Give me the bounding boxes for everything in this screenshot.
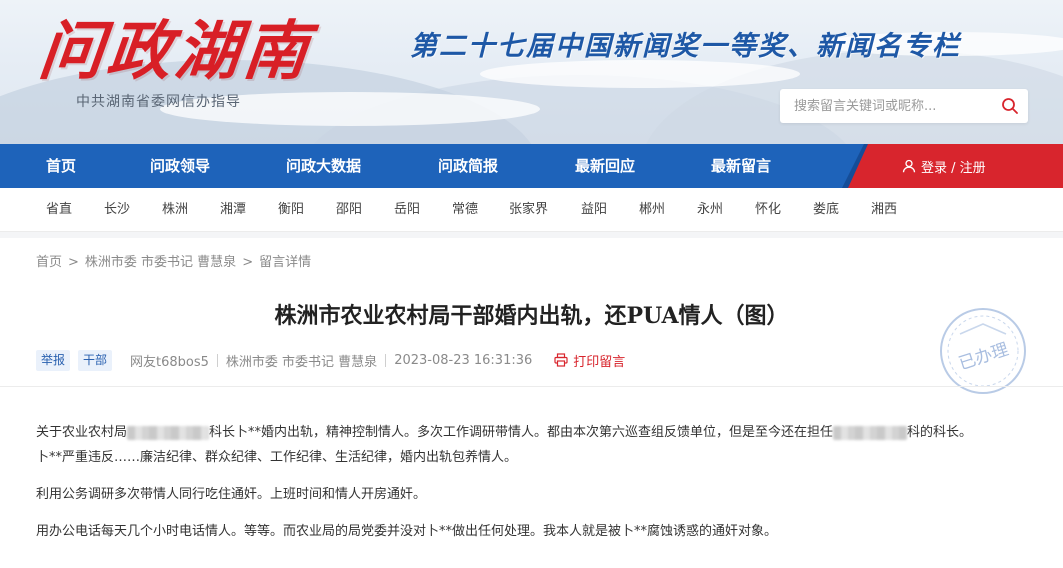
city-item[interactable]: 常德 <box>452 188 478 232</box>
city-item[interactable]: 郴州 <box>639 188 665 232</box>
city-item[interactable]: 娄底 <box>813 188 839 232</box>
breadcrumb-target[interactable]: 株洲市委 市委书记 曹慧泉 <box>85 255 236 270</box>
message-paragraph: 关于农业农村局 科长卜**婚内出轨，精神控制情人。多次工作调研带情人。都由本次第六… <box>36 425 973 465</box>
nav-item-leaders[interactable]: 问政领导 <box>150 144 210 188</box>
search-input[interactable] <box>780 90 990 122</box>
meta-divider <box>385 353 387 367</box>
section-gap <box>0 232 1063 238</box>
city-item[interactable]: 湘西 <box>871 188 897 232</box>
post-datetime: 2023-08-23 16:31:36 <box>394 352 533 368</box>
article-meta: 举报 干部 网友t68bos5 株洲市委 市委书记 曹慧泉 2023-08-23… <box>36 349 625 371</box>
user-icon <box>902 159 916 173</box>
city-item[interactable]: 怀化 <box>755 188 781 232</box>
search-box <box>780 89 1028 123</box>
nav-item-latest-messages[interactable]: 最新留言 <box>711 144 771 188</box>
message-target: 株洲市委 市委书记 曹慧泉 <box>225 354 378 370</box>
tag-report[interactable]: 举报 <box>36 349 71 371</box>
breadcrumb-current: 留言详情 <box>259 255 312 270</box>
redacted-text <box>127 425 210 440</box>
page-title: 株洲市农业农村局干部婚内出轨，还PUA情人（图） <box>274 303 789 329</box>
search-icon[interactable] <box>1001 97 1019 115</box>
city-item[interactable]: 湘潭 <box>220 188 246 232</box>
redacted-text <box>833 425 908 440</box>
award-slogan: 第二十七届中国新闻奖一等奖、新闻名专栏 <box>410 31 961 62</box>
city-item[interactable]: 邵阳 <box>336 188 362 232</box>
nav-item-latest-replies[interactable]: 最新回应 <box>575 144 635 188</box>
printer-icon <box>554 353 568 367</box>
city-item[interactable]: 益阳 <box>581 188 607 232</box>
city-item[interactable]: 岳阳 <box>394 188 420 232</box>
city-item[interactable]: 株洲 <box>162 188 188 232</box>
login-register-label: 登录 / 注册 <box>921 160 986 176</box>
city-bar: 省直 长沙 株洲 湘潭 衡阳 邵阳 岳阳 常德 张家界 益阳 郴州 永州 怀化 … <box>0 188 1063 232</box>
breadcrumb: 首页 > 株洲市委 市委书记 曹慧泉 > 留言详情 <box>36 255 312 270</box>
meta-divider <box>216 353 218 367</box>
nav-item-bigdata[interactable]: 问政大数据 <box>286 144 361 188</box>
logo-subtitle: 中共湖南省委网信办指导 <box>76 94 241 110</box>
breadcrumb-home[interactable]: 首页 <box>36 255 62 270</box>
content-divider <box>0 386 1063 387</box>
nav-item-briefing[interactable]: 问政简报 <box>438 144 498 188</box>
message-body: 关于农业农村局 科长卜**婚内出轨，精神控制情人。多次工作调研带情人。都由本次第六… <box>36 420 1036 556</box>
message-paragraph: 用办公电话每天几个小时电话情人。等等。而农业局的局党委并没对卜**做出任何处理。… <box>36 524 778 539</box>
city-item[interactable]: 衡阳 <box>278 188 304 232</box>
nav-item-home[interactable]: 首页 <box>46 144 76 188</box>
city-item[interactable]: 长沙 <box>104 188 130 232</box>
print-label: 打印留言 <box>573 354 626 370</box>
tag-cadre[interactable]: 干部 <box>78 349 113 371</box>
message-paragraph: 利用公务调研多次带情人同行吃住通奸。上班时间和情人开房通奸。 <box>36 487 427 502</box>
city-item[interactable]: 张家界 <box>509 188 548 232</box>
stamp-label: 已办理 <box>956 340 1011 375</box>
login-register-button[interactable]: 登录 / 注册 <box>848 144 1063 188</box>
city-item[interactable]: 省直 <box>46 188 72 232</box>
print-button[interactable]: 打印留言 <box>554 351 625 370</box>
author-name: 网友t68bos5 <box>130 354 209 370</box>
city-item[interactable]: 永州 <box>697 188 723 232</box>
site-logo[interactable]: 问政湖南 <box>35 6 316 89</box>
status-stamp: 已办理 <box>940 308 1026 394</box>
